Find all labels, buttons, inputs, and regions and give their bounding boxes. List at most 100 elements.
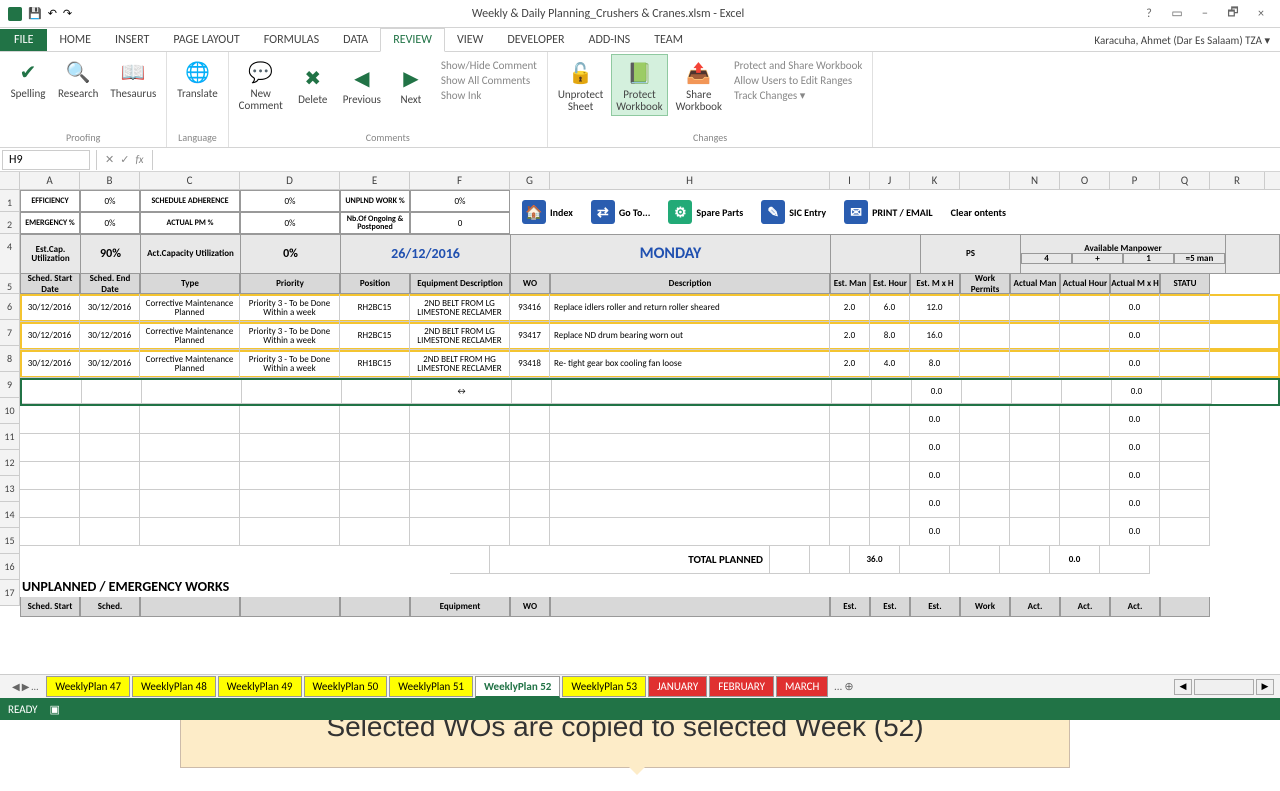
plan-day: MONDAY	[511, 235, 831, 273]
sheet-tab[interactable]: MARCH	[776, 676, 828, 697]
undo-icon[interactable]: ↶	[48, 7, 57, 21]
fx-controls: ✕✓fx	[96, 150, 153, 170]
show-all-comments[interactable]: Show All Comments	[437, 73, 541, 88]
new-comment-button[interactable]: 💬New Comment	[235, 54, 287, 114]
sheet-tab[interactable]: WeeklyPlan 51	[389, 676, 473, 697]
sheet-tab[interactable]: JANUARY	[648, 676, 707, 697]
tab-team[interactable]: TEAM	[642, 29, 695, 51]
kpi-emergency-label: EMERGENCY %	[20, 212, 80, 234]
group-proofing: Proofing	[6, 130, 160, 145]
close-button[interactable]: ×	[1248, 4, 1274, 24]
file-tab[interactable]: FILE	[0, 29, 47, 51]
group-comments: Comments	[235, 130, 541, 145]
unprotect-sheet-button[interactable]: 🔓Unprotect Sheet	[554, 54, 607, 116]
sheet-tab-bar: ◀▶… WeeklyPlan 47 WeeklyPlan 48 WeeklyPl…	[0, 674, 1280, 698]
sheet-nav-prev[interactable]: ▶	[22, 680, 30, 693]
tab-developer[interactable]: DEVELOPER	[495, 29, 576, 51]
total-row: TOTAL PLANNED36.00.0	[20, 546, 1280, 574]
sheet-tab[interactable]: WeeklyPlan 47	[46, 676, 130, 697]
allow-users-edit-ranges[interactable]: Allow Users to Edit Ranges	[730, 73, 866, 88]
title-bar: 💾 ↶ ↷ Weekly & Daily Planning_Crushers &…	[0, 0, 1280, 28]
spreadsheet-grid[interactable]: ABCDEFGHIJKNOPQR 1245 678910111213141516…	[0, 172, 1280, 617]
thesaurus-button[interactable]: 📖Thesaurus	[106, 54, 160, 102]
spelling-button[interactable]: ✔Spelling	[6, 54, 50, 102]
kpi-unplanned-label: UNPLND WORK %	[340, 190, 410, 212]
unplanned-column-headers: Sched. StartSched.EquipmentWOEst.Est.Est…	[20, 597, 1280, 617]
table-row[interactable]: 0.00.0	[20, 462, 1280, 490]
minimize-button[interactable]: −	[1192, 4, 1218, 24]
delete-comment-button[interactable]: ✖Delete	[291, 54, 335, 114]
row-headers: 1245 67891011121314151617	[0, 190, 20, 617]
tab-add-ins[interactable]: ADD-INS	[577, 29, 643, 51]
track-changes[interactable]: Track Changes ▾	[730, 88, 866, 103]
sheet-nav-first[interactable]: ◀	[12, 680, 20, 693]
formula-input[interactable]	[157, 158, 1280, 162]
sheet-tab[interactable]: WeeklyPlan 50	[304, 676, 388, 697]
hscroll-left[interactable]: ◀	[1174, 679, 1192, 695]
tab-data[interactable]: DATA	[331, 29, 380, 51]
research-button[interactable]: 🔍Research	[54, 54, 102, 102]
kpi-schedule-label: SCHEDULE ADHERENCE	[140, 190, 240, 212]
tab-formulas[interactable]: FORMULAS	[252, 29, 331, 51]
kpi-ongoing-label: Nb.Of Ongoing & Postponed	[340, 212, 410, 234]
plan-column-headers: Sched. Start DateSched. End DateTypePrio…	[20, 274, 1280, 294]
tab-view[interactable]: VIEW	[445, 29, 495, 51]
nav-goto-button[interactable]: ⇄Go To...	[591, 200, 650, 224]
group-language: Language	[173, 130, 221, 145]
ribbon-options-icon[interactable]: ▭	[1164, 4, 1190, 24]
ribbon: ✔Spelling 🔍Research 📖Thesaurus Proofing …	[0, 52, 1280, 148]
table-row[interactable]: 30/12/201630/12/2016Corrective Maintenan…	[20, 322, 1280, 350]
table-row[interactable]: 0.00.0	[20, 406, 1280, 434]
table-row[interactable]: 0.00.0	[20, 518, 1280, 546]
save-icon[interactable]: 💾	[28, 7, 42, 21]
next-comment-button[interactable]: ▶Next	[389, 54, 433, 114]
formula-bar: ✕✓fx	[0, 148, 1280, 172]
group-changes: Changes	[554, 130, 867, 145]
tab-review[interactable]: REVIEW	[380, 28, 445, 52]
table-row[interactable]: ↔0.00.0	[20, 378, 1280, 406]
nav-print-button[interactable]: ✉PRINT / EMAIL	[844, 200, 933, 224]
previous-comment-button[interactable]: ◀Previous	[339, 54, 385, 114]
redo-icon[interactable]: ↷	[63, 7, 72, 21]
user-account[interactable]: Karacuha, Ahmet (Dar Es Salaam) TZA ▾	[1084, 30, 1280, 51]
help-icon[interactable]: ?	[1136, 4, 1162, 24]
table-row[interactable]: 30/12/201630/12/2016Corrective Maintenan…	[20, 350, 1280, 378]
table-row[interactable]: 0.00.0	[20, 490, 1280, 518]
nav-sic-button[interactable]: ✎SIC Entry	[761, 200, 826, 224]
sheet-dots[interactable]: … ⊕	[830, 680, 857, 693]
column-headers: ABCDEFGHIJKNOPQR	[0, 172, 1280, 190]
status-bar: READY ▣	[0, 698, 1280, 720]
sheet-tab[interactable]: WeeklyPlan 49	[218, 676, 302, 697]
show-ink[interactable]: Show Ink	[437, 88, 541, 103]
share-workbook-button[interactable]: 📤Share Workbook	[672, 54, 726, 116]
tab-page-layout[interactable]: PAGE LAYOUT	[161, 29, 251, 51]
nav-spare-button[interactable]: ⚙Spare Parts	[668, 200, 743, 224]
window-title: Weekly & Daily Planning_Crushers & Crane…	[80, 7, 1136, 21]
restore-button[interactable]: 🗗	[1220, 4, 1246, 24]
plan-date: 26/12/2016	[341, 235, 511, 273]
sheet-tab-active[interactable]: WeeklyPlan 52	[475, 676, 560, 698]
hscroll-right[interactable]: ▶	[1256, 679, 1274, 695]
ribbon-tabs: FILE HOME INSERT PAGE LAYOUT FORMULAS DA…	[0, 28, 1280, 52]
protect-workbook-button[interactable]: 📗Protect Workbook	[611, 54, 667, 116]
sheet-tab[interactable]: FEBRUARY	[709, 676, 774, 697]
nav-index-button[interactable]: 🏠Index	[522, 200, 573, 224]
translate-button[interactable]: 🌐Translate	[173, 54, 221, 102]
table-row[interactable]: 0.00.0	[20, 434, 1280, 462]
excel-icon	[8, 7, 22, 21]
quick-access-toolbar: 💾 ↶ ↷	[0, 7, 80, 21]
hscroll-thumb[interactable]	[1194, 679, 1254, 695]
name-box[interactable]	[2, 150, 90, 170]
sheet-tab[interactable]: WeeklyPlan 48	[132, 676, 216, 697]
table-row[interactable]: 30/12/201630/12/2016Corrective Maintenan…	[20, 294, 1280, 322]
protect-share-workbook[interactable]: Protect and Share Workbook	[730, 58, 866, 73]
status-text: READY	[8, 703, 38, 716]
show-hide-comment[interactable]: Show/Hide Comment	[437, 58, 541, 73]
macro-icon[interactable]: ▣	[50, 703, 60, 716]
kpi-efficiency-label: EFFICIENCY	[20, 190, 80, 212]
tab-home[interactable]: HOME	[47, 29, 103, 51]
sheet-tab[interactable]: WeeklyPlan 53	[562, 676, 646, 697]
nav-clear-button[interactable]: Clear ontents	[951, 206, 1006, 219]
tab-insert[interactable]: INSERT	[103, 29, 161, 51]
unplanned-section-header: UNPLANNED / EMERGENCY WORKS	[20, 574, 1280, 597]
